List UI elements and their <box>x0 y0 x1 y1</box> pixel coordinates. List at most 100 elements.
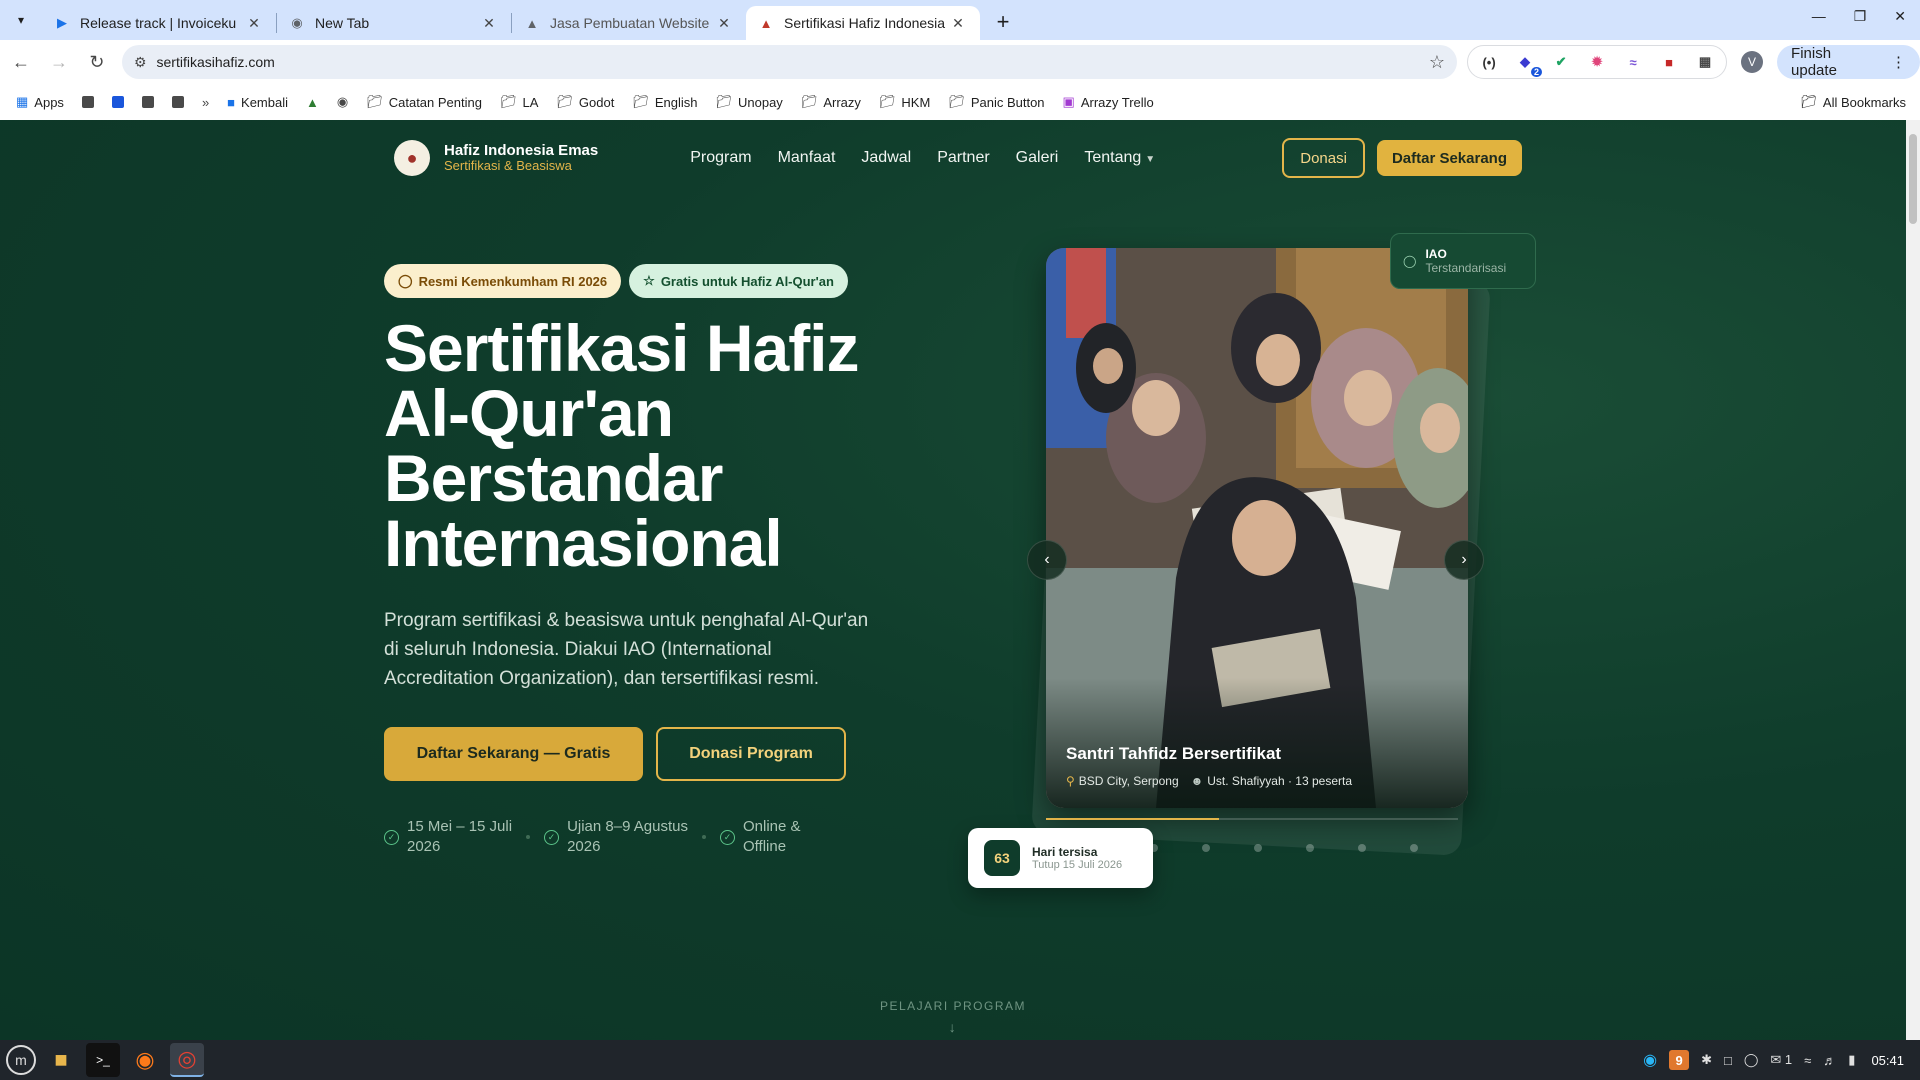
tab-jasa-pembuatan[interactable]: ▲ Jasa Pembuatan Website Pe ✕ <box>512 6 746 40</box>
browser-toolbar: ← → ↻ ⚙ sertifikasihafiz.com ☆ (•) ◆ 2 ✔ … <box>0 40 1920 84</box>
donasi-program-button[interactable]: Donasi Program <box>656 727 846 781</box>
brand[interactable]: Hafiz Indonesia Emas Sertifikasi & Beasi… <box>444 142 598 174</box>
iao-badge: ◯ IAO Terstandarisasi <box>1390 233 1536 289</box>
extension-icon[interactable]: (•) <box>1478 51 1500 73</box>
menu-partner[interactable]: Partner <box>937 149 989 167</box>
menu-jadwal[interactable]: Jadwal <box>861 149 911 167</box>
site-logo-icon[interactable]: ● <box>394 140 430 176</box>
tab-search-chevron-icon[interactable]: ▾ <box>6 5 36 35</box>
tab-title: Release track | Invoiceku <box>80 15 237 31</box>
menu-program[interactable]: Program <box>690 149 751 167</box>
wifi-icon[interactable]: ≈ <box>1804 1053 1811 1068</box>
update-manager-icon[interactable]: ◉ <box>1643 1050 1657 1070</box>
all-bookmarks[interactable]: 📁︎ All Bookmarks <box>1800 84 1906 120</box>
url-text[interactable]: sertifikasihafiz.com <box>157 54 1429 70</box>
close-icon[interactable]: ✕ <box>948 15 968 32</box>
bookmark-folder[interactable]: 📁︎ English <box>632 94 697 110</box>
puzzle-icon[interactable]: ▦ <box>1694 51 1716 73</box>
shield-icon[interactable]: ◯ <box>1744 1052 1759 1068</box>
bookmark-star-icon[interactable]: ☆ <box>1429 52 1445 73</box>
tab-new-tab[interactable]: ◉ New Tab ✕ <box>277 6 511 40</box>
tab-sertifikasi-hafiz[interactable]: ▲ Sertifikasi Hafiz Indonesia En ✕ <box>746 6 980 40</box>
carousel-dot[interactable] <box>1306 844 1314 852</box>
bookmark-item[interactable] <box>81 96 94 108</box>
bookmark-folder[interactable]: 📁︎ HKM <box>879 94 930 110</box>
bookmark-item[interactable]: ▲ <box>306 95 319 110</box>
extension-icon[interactable]: ✹ <box>1586 51 1608 73</box>
menu-manfaat[interactable]: Manfaat <box>778 149 836 167</box>
forward-button[interactable]: → <box>42 45 76 79</box>
terminal-icon[interactable]: >_ <box>86 1043 120 1077</box>
finish-update-button[interactable]: Finish update ⋮ <box>1777 45 1920 79</box>
folder-icon: 📁︎ <box>800 94 818 109</box>
fact-registration-period: ✓ 15 Mei – 15 Juli 2026 <box>384 817 512 857</box>
scroll-cue[interactable]: PELAJARI PROGRAM ↓ <box>0 999 1906 1035</box>
site-info-icon[interactable]: ⚙ <box>134 54 147 71</box>
donasi-button[interactable]: Donasi <box>1282 138 1365 178</box>
close-icon[interactable]: ✕ <box>244 15 264 32</box>
bluetooth-icon[interactable]: ✱ <box>1701 1052 1712 1068</box>
carousel-prev-button[interactable]: ‹ <box>1027 540 1067 580</box>
shield-icon: ◯ <box>398 273 413 288</box>
bookmark-folder[interactable]: 📁︎ Godot <box>556 94 614 110</box>
scrollbar-thumb[interactable] <box>1909 134 1917 224</box>
bookmarks-overflow-icon[interactable]: » <box>202 95 209 110</box>
restore-icon[interactable]: ❐ <box>1854 8 1867 25</box>
page-scrollbar[interactable] <box>1906 120 1920 1040</box>
daftar-sekarang-button[interactable]: Daftar Sekarang <box>1376 140 1522 176</box>
bookmark-trello[interactable]: ▣ Arrazy Trello <box>1063 94 1154 110</box>
carousel-next-button[interactable]: › <box>1444 540 1484 580</box>
close-window-icon[interactable]: ✕ <box>1894 8 1906 25</box>
extension-icon[interactable]: ■ <box>1658 51 1680 73</box>
mint-menu-icon[interactable]: m <box>6 1045 36 1075</box>
notifications-icon[interactable]: ✉ 1 <box>1770 1052 1792 1068</box>
bookmark-item[interactable]: ◉ <box>337 94 348 110</box>
bookmark-folder[interactable]: 📁︎ Unopay <box>715 94 782 110</box>
extension-icon[interactable]: ≈ <box>1622 51 1644 73</box>
chrome-taskbar-icon[interactable]: ◎ <box>170 1043 204 1077</box>
bookmark-folder[interactable]: 📁︎ Arrazy <box>801 94 861 110</box>
bookmark-folder[interactable]: 📁︎ Catatan Penting <box>366 94 482 110</box>
carousel-dot[interactable] <box>1254 844 1262 852</box>
tab-title: New Tab <box>315 15 370 31</box>
close-icon[interactable]: ✕ <box>479 15 499 32</box>
bookmark-item[interactable] <box>111 96 124 108</box>
hero-cta-row: Daftar Sekarang — Gratis Donasi Program <box>384 727 846 781</box>
clock[interactable]: 05:41 <box>1871 1053 1904 1068</box>
gratis-badge: ☆ Gratis untuk Hafiz Al-Qur'an <box>629 264 848 298</box>
window-controls: — ❐ ✕ <box>1812 8 1906 25</box>
daftar-gratis-button[interactable]: Daftar Sekarang — Gratis <box>384 727 643 781</box>
battery-icon[interactable]: ▮ <box>1848 1052 1855 1068</box>
files-icon[interactable]: ■ <box>44 1043 78 1077</box>
bookmark-item[interactable] <box>141 96 154 108</box>
bookmark-kembali[interactable]: ■ Kembali <box>227 95 288 110</box>
tray-badge[interactable]: 9 <box>1669 1050 1690 1070</box>
carousel-dot[interactable] <box>1410 844 1418 852</box>
firefox-icon[interactable]: ◉ <box>128 1043 162 1077</box>
bookmark-folder[interactable]: 📁︎ LA <box>500 94 538 110</box>
system-tray: ◉ 9 ✱ □ ◯ ✉ 1 ≈ ♬ ▮ 05:41 <box>1643 1040 1904 1080</box>
close-icon[interactable]: ✕ <box>714 15 734 32</box>
extension-icon[interactable]: ✔ <box>1550 51 1572 73</box>
tab-release-track[interactable]: ▶ Release track | Invoiceku ✕ <box>42 6 276 40</box>
menu-tentang[interactable]: Tentang ▼ <box>1084 149 1155 167</box>
globe-icon: ◉ <box>336 94 349 109</box>
star-icon: ☆ <box>643 273 655 288</box>
carousel-dot[interactable] <box>1202 844 1210 852</box>
volume-icon[interactable]: ♬ <box>1823 1053 1836 1068</box>
carousel-slide[interactable]: Santri Tahfidz Bersertifikat ⚲ BSD City, … <box>1046 248 1468 808</box>
new-tab-button[interactable]: + <box>988 7 1018 37</box>
minimize-icon[interactable]: — <box>1812 8 1826 25</box>
profile-avatar[interactable]: V <box>1741 51 1764 73</box>
clipboard-icon[interactable]: □ <box>1724 1053 1732 1068</box>
bookmark-apps[interactable]: ▦ Apps <box>16 94 64 110</box>
site-navbar: ● Hafiz Indonesia Emas Sertifikasi & Bea… <box>394 138 1522 178</box>
reload-button[interactable]: ↻ <box>80 45 114 79</box>
bookmark-item[interactable] <box>171 96 184 108</box>
menu-galeri[interactable]: Galeri <box>1016 149 1059 167</box>
address-bar[interactable]: ⚙ sertifikasihafiz.com ☆ <box>121 45 1458 79</box>
back-button[interactable]: ← <box>4 45 38 79</box>
bookmark-folder[interactable]: 📁︎ Panic Button <box>948 94 1044 110</box>
carousel-dot[interactable] <box>1358 844 1366 852</box>
extension-icon[interactable]: ◆ 2 <box>1514 51 1543 77</box>
